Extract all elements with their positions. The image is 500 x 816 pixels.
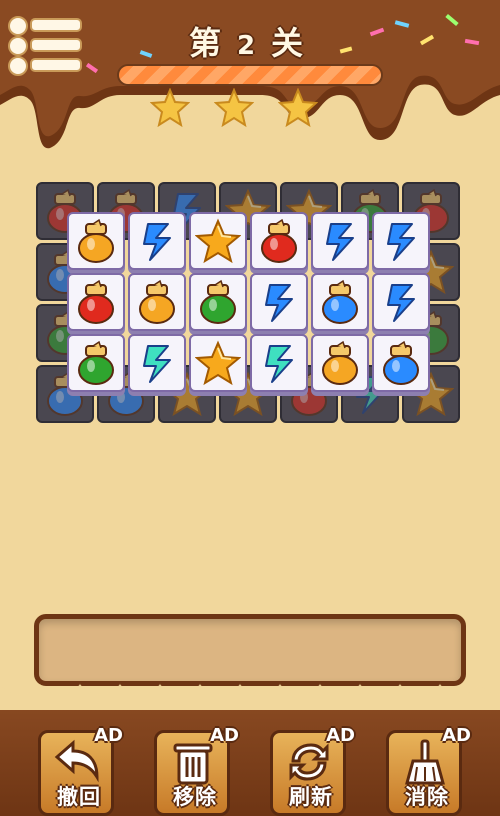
game-board xyxy=(36,182,464,426)
menu-icon-dot xyxy=(8,56,28,76)
lightning-icon xyxy=(387,284,415,322)
level-number: 2 xyxy=(236,31,264,61)
board-tile[interactable] xyxy=(128,273,186,331)
board-tile[interactable] xyxy=(189,334,247,392)
board-tile[interactable] xyxy=(128,212,186,270)
board-tile[interactable] xyxy=(311,212,369,270)
refresh-icon xyxy=(289,743,329,781)
menu-button[interactable] xyxy=(8,14,82,76)
undo-arrow-icon xyxy=(54,739,99,783)
jar-icon xyxy=(78,340,114,385)
lightning-icon xyxy=(326,223,354,261)
jar-icon xyxy=(383,340,419,385)
clear-label: 消除 xyxy=(405,785,449,809)
level-progress-bar xyxy=(117,64,383,86)
jar-icon xyxy=(139,279,175,324)
undo-label: 撤回 xyxy=(57,785,101,809)
board-tile[interactable] xyxy=(311,334,369,392)
menu-icon-dot xyxy=(8,36,28,56)
remove-button[interactable]: AD 移除 xyxy=(154,725,239,816)
star-rating xyxy=(149,87,350,128)
clear-button[interactable]: AD 消除 xyxy=(386,725,471,816)
jar-icon xyxy=(322,279,358,324)
refresh-label: 刷新 xyxy=(289,785,333,809)
lightning-icon xyxy=(265,345,293,383)
star-icon xyxy=(195,218,241,264)
star-icon xyxy=(277,87,319,128)
refresh-button[interactable]: AD 刷新 xyxy=(270,725,355,816)
trash-icon xyxy=(173,743,213,785)
jar-icon xyxy=(261,218,297,263)
board-tile[interactable] xyxy=(311,273,369,331)
board-tile[interactable] xyxy=(189,273,247,331)
menu-icon xyxy=(8,16,28,36)
level-progress-fill xyxy=(119,66,381,84)
jar-icon xyxy=(322,340,358,385)
board-tile[interactable] xyxy=(128,334,186,392)
board-tile[interactable] xyxy=(67,212,125,270)
level-title: 第2关 xyxy=(150,18,350,64)
board-tile[interactable] xyxy=(67,334,125,392)
broom-icon xyxy=(405,739,445,785)
lightning-icon xyxy=(265,284,293,322)
jar-icon xyxy=(78,279,114,324)
remove-label: 移除 xyxy=(173,785,217,809)
star-icon xyxy=(149,87,191,128)
board-tile[interactable] xyxy=(250,273,308,331)
jar-icon xyxy=(200,279,236,324)
board-tile[interactable] xyxy=(250,212,308,270)
menu-icon-bar xyxy=(30,58,82,72)
board-tile[interactable] xyxy=(372,273,430,331)
lightning-icon xyxy=(143,223,171,261)
level-suffix: 关 xyxy=(271,24,312,62)
board-tile[interactable] xyxy=(250,334,308,392)
board-tile[interactable] xyxy=(372,334,430,392)
menu-icon-bar xyxy=(30,18,82,32)
board-tile[interactable] xyxy=(372,212,430,270)
jar-icon xyxy=(78,218,114,263)
undo-button[interactable]: AD 撤回 xyxy=(38,725,123,816)
level-prefix: 第 xyxy=(188,24,229,62)
menu-icon-bar xyxy=(30,38,82,52)
lightning-icon xyxy=(143,345,171,383)
star-icon xyxy=(195,340,241,386)
board-tile[interactable] xyxy=(67,273,125,331)
board-tile[interactable] xyxy=(189,212,247,270)
lightning-icon xyxy=(387,223,415,261)
star-icon xyxy=(213,87,255,128)
